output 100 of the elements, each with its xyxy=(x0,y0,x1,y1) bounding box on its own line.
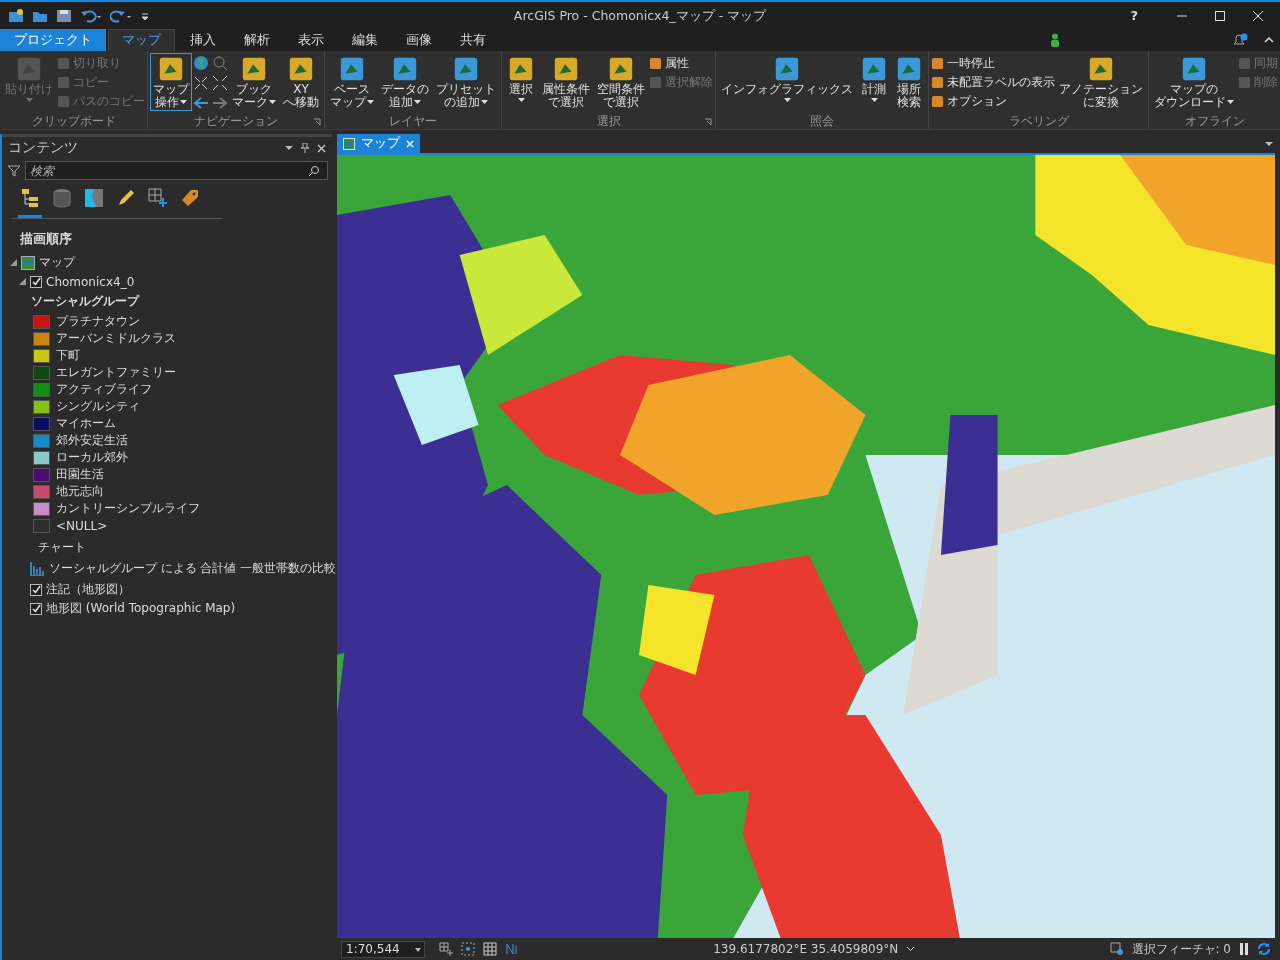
ribbon-small-button[interactable]: オプション xyxy=(931,93,1055,110)
ribbon-tab[interactable]: 編集 xyxy=(339,29,391,51)
ribbon-small-button[interactable]: 属性 xyxy=(649,55,713,72)
ribbon-small-button[interactable]: 一時停止 xyxy=(931,55,1055,72)
maximize-icon[interactable] xyxy=(1214,9,1226,22)
layer-checkbox[interactable] xyxy=(30,583,42,596)
mountain-square-icon xyxy=(895,55,923,83)
layer-checkbox[interactable] xyxy=(30,275,42,288)
dialog-launcher-icon[interactable] xyxy=(313,118,321,126)
search-icon[interactable] xyxy=(308,165,320,177)
legend-heading: ソーシャルグループ xyxy=(30,293,141,310)
expand-triangle-icon[interactable] xyxy=(19,278,26,285)
selection-icon xyxy=(84,188,104,208)
ribbon-tab[interactable]: マップ xyxy=(108,29,175,51)
user-icon[interactable] xyxy=(1050,33,1060,47)
ribbon-group-label: ラベリング xyxy=(1008,114,1069,128)
zoom-in-arrows-icon[interactable] xyxy=(193,75,209,91)
legend-label: エレガントファミリー xyxy=(56,364,176,381)
ribbon-button[interactable]: マップ 操作 xyxy=(150,53,192,111)
square-icon xyxy=(57,57,70,70)
ribbon-tab[interactable]: 挿入 xyxy=(177,29,229,51)
project-tab[interactable]: プロジェクト xyxy=(0,29,106,51)
expand-triangle-icon[interactable] xyxy=(10,259,17,266)
ribbon-tab[interactable]: 画像 xyxy=(393,29,445,51)
ribbon-button[interactable]: プリセット の追加 xyxy=(433,53,499,111)
ribbon-group-label: オフライン xyxy=(1184,114,1245,128)
pin-icon[interactable] xyxy=(301,143,309,153)
collapse-ribbon-icon[interactable] xyxy=(1264,36,1274,44)
legend-label: 地元志向 xyxy=(56,483,104,500)
legend-label: マイホーム xyxy=(56,415,116,432)
save-icon[interactable] xyxy=(56,7,72,24)
window-title: ArcGIS Pro - Chomonicx4_マップ - マップ xyxy=(513,8,767,25)
ribbon-small-button[interactable]: 未配置ラベルの表示 xyxy=(931,74,1055,91)
ribbon-tab[interactable]: 解析 xyxy=(231,29,283,51)
ribbon-button[interactable]: XY へ移動 xyxy=(280,53,322,111)
layer-tree-item[interactable]: 地形図 (World Topographic Map) xyxy=(46,600,236,617)
ribbon-button[interactable]: ベース マップ xyxy=(327,53,377,111)
ribbon-button[interactable]: 場所 検索 xyxy=(892,53,926,111)
dialog-launcher-icon[interactable] xyxy=(704,118,712,126)
chart-heading: チャート xyxy=(37,539,87,556)
close-icon[interactable] xyxy=(1252,9,1264,22)
globe-icon[interactable] xyxy=(193,55,209,71)
pane-menu-caret-icon[interactable] xyxy=(285,145,293,151)
mountain-square-icon xyxy=(552,55,580,83)
layer-tree-item[interactable]: Chomonicx4_0 xyxy=(46,274,135,289)
legend-label: アーバンミドルクラス xyxy=(56,330,176,347)
table-grid-icon[interactable] xyxy=(483,942,497,956)
legend-label: アクティブライフ xyxy=(56,381,152,398)
mountain-square-icon xyxy=(1087,55,1115,83)
section-heading: 描画順序 xyxy=(19,230,73,248)
mountain-square-icon xyxy=(338,55,366,83)
map-view-tab[interactable]: マップ xyxy=(337,134,420,153)
grid-plus-icon[interactable] xyxy=(439,942,453,956)
new-project-icon[interactable] xyxy=(8,7,24,24)
filter-icon[interactable] xyxy=(8,164,20,177)
search-field[interactable]: 検索 xyxy=(25,161,328,180)
back-arrow-icon[interactable] xyxy=(193,95,209,111)
square-icon xyxy=(57,95,70,108)
caret-icon[interactable] xyxy=(415,947,421,952)
ribbon-button[interactable]: マップの ダウンロード xyxy=(1151,53,1237,111)
notification-bell-icon[interactable] xyxy=(1232,33,1248,47)
square-icon xyxy=(931,76,944,89)
layer-tree-item[interactable]: 注記（地形図） xyxy=(46,581,130,598)
ribbon-button[interactable]: 空間条件 で選択 xyxy=(594,53,648,111)
ribbon-button[interactable]: アノテーション に変換 xyxy=(1056,53,1146,111)
ribbon-button[interactable]: 選択 xyxy=(504,53,538,105)
pause-icon[interactable] xyxy=(1239,943,1249,955)
ribbon-button[interactable]: インフォグラフィックス xyxy=(718,53,856,105)
ribbon-button[interactable]: ブック マーク xyxy=(229,53,279,111)
grid-dots-icon[interactable] xyxy=(461,942,475,956)
ribbon-group-label: 選択 xyxy=(596,114,621,128)
ribbon-tab[interactable]: 共有 xyxy=(447,29,499,51)
selection-icon[interactable] xyxy=(1109,942,1124,956)
caret-icon xyxy=(414,100,421,105)
tab-list-caret-icon[interactable] xyxy=(1265,140,1273,147)
ribbon-button[interactable]: データの 追加 xyxy=(378,53,432,111)
zoom-out-arrows-icon[interactable] xyxy=(212,75,228,91)
pane-view-tab[interactable] xyxy=(18,188,42,218)
chart-item[interactable]: ソーシャルグループ による 合計値 一般世帯数の比較 xyxy=(49,561,336,576)
ribbon-button[interactable]: 属性条件 で選択 xyxy=(539,53,593,111)
layer-checkbox[interactable] xyxy=(30,602,42,615)
ribbon-button[interactable]: 計測 xyxy=(857,53,891,105)
mountain-square-icon xyxy=(452,55,480,83)
help-button[interactable]: ? xyxy=(1130,8,1138,23)
square-icon xyxy=(931,57,944,70)
caret-icon[interactable] xyxy=(906,946,916,952)
ribbon-group-label: 照会 xyxy=(810,114,834,128)
map-tree-item[interactable]: マップ xyxy=(39,254,75,271)
mountain-square-icon xyxy=(1180,55,1208,83)
close-icon[interactable] xyxy=(317,143,326,153)
mountain-square-icon xyxy=(391,55,419,83)
ribbon-tab[interactable]: 表示 xyxy=(285,29,337,51)
refresh-icon[interactable] xyxy=(1257,942,1271,956)
square-icon xyxy=(931,95,944,108)
legend-label: 下町 xyxy=(56,347,80,364)
coordinates-text: 139.6177802°E 35.4059809°N xyxy=(713,942,899,956)
map-drawing[interactable] xyxy=(337,155,1275,938)
mountain-square-icon xyxy=(15,55,43,83)
map-icon xyxy=(21,255,35,270)
scale-field[interactable]: 1:70,544 xyxy=(341,940,425,958)
